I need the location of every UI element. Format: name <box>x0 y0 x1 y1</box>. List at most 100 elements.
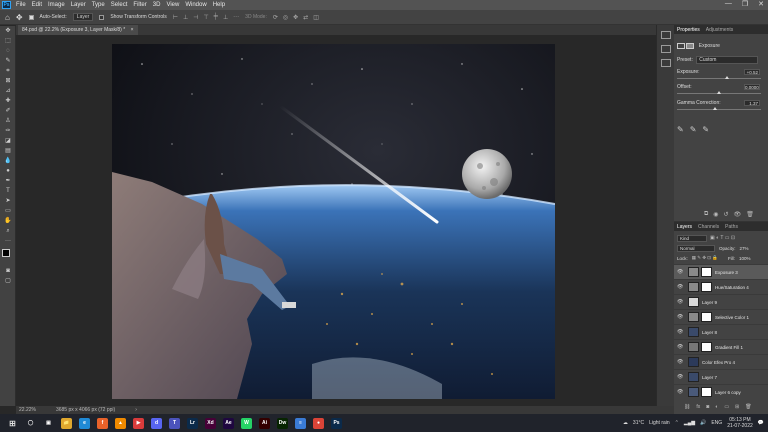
view-previous-icon[interactable]: ◉ <box>713 211 718 218</box>
cast-icon[interactable]: ▶ <box>133 417 144 429</box>
layer-name[interactable]: Color Efex Pro 4 <box>702 360 735 365</box>
crop-tool-icon[interactable]: ⌗ <box>2 66 14 76</box>
exposure-value-input[interactable]: +0.52 <box>744 69 760 75</box>
align-middle-icon[interactable]: ╪ <box>214 14 218 21</box>
lasso-tool-icon[interactable]: ◌ <box>2 46 14 56</box>
tab-channels[interactable]: Channels <box>698 224 719 230</box>
gamma-slider[interactable] <box>677 107 761 110</box>
clip-to-layer-icon[interactable]: ⧉ <box>704 211 708 218</box>
link-layers-icon[interactable]: ⛓ <box>684 404 690 410</box>
3d-pan-icon[interactable]: ✥ <box>293 14 298 21</box>
reset-icon[interactable]: ↺ <box>724 211 729 218</box>
layer-visibility-icon[interactable]: 👁 <box>677 299 685 305</box>
clock[interactable]: 05:13 PM 21-07-2022 <box>727 417 753 429</box>
adobe-xd-icon[interactable]: Xd <box>205 417 216 429</box>
menu-edit[interactable]: Edit <box>29 2 45 8</box>
marquee-tool-icon[interactable]: ⬚ <box>2 36 14 46</box>
add-mask-icon[interactable]: ◙ <box>706 404 709 410</box>
layer-name[interactable]: Layer 8 <box>702 330 717 335</box>
whatsapp-icon[interactable]: W <box>241 417 252 429</box>
volume-icon[interactable]: 🔊 <box>700 420 706 426</box>
screen-mode-icon[interactable]: ▢ <box>2 276 14 286</box>
menu-select[interactable]: Select <box>108 2 131 8</box>
history-panel-icon[interactable] <box>661 31 671 39</box>
zoom-level[interactable]: 22.22% <box>19 407 36 413</box>
layer-visibility-icon[interactable]: 👁 <box>677 269 685 275</box>
cortana-icon[interactable]: ◯ <box>25 417 36 429</box>
gamma-slider-knob[interactable] <box>712 107 717 110</box>
document-canvas[interactable] <box>112 44 555 399</box>
tab-properties[interactable]: Properties <box>677 27 700 33</box>
quick-select-tool-icon[interactable]: ✎ <box>2 56 14 66</box>
layer-thumbnail[interactable] <box>688 312 699 322</box>
fill-input[interactable]: 100% <box>739 256 751 261</box>
brush-tool-icon[interactable]: ✐ <box>2 106 14 116</box>
new-layer-icon[interactable]: ⊞ <box>735 404 739 410</box>
layer-row[interactable]: 👁 Exposure 3 <box>674 264 768 279</box>
blend-mode-dropdown[interactable]: Normal <box>677 244 715 252</box>
offset-value-input[interactable]: 0.0000 <box>744 84 760 90</box>
photoshop-icon[interactable]: Ps <box>331 417 342 429</box>
path-select-tool-icon[interactable]: ➤ <box>2 196 14 206</box>
adjustments-panel-icon[interactable] <box>661 59 671 67</box>
document-tab[interactable]: 84.psd @ 22.2% (Exposure 3, Layer Mask/8… <box>18 25 138 35</box>
status-arrow-icon[interactable]: › <box>135 407 137 413</box>
3d-scale-icon[interactable]: ◫ <box>313 14 319 21</box>
layer-mask-thumbnail[interactable] <box>701 312 712 322</box>
layer-name[interactable]: Exposure 3 <box>715 270 738 275</box>
color-swatches[interactable] <box>2 249 14 263</box>
gradient-tool-icon[interactable]: ▤ <box>2 146 14 156</box>
illustrator-icon[interactable]: Ai <box>259 417 270 429</box>
align-left-icon[interactable]: ⊢ <box>173 14 178 21</box>
more-options-icon[interactable]: ··· <box>233 14 239 21</box>
move-tool-icon[interactable]: ✥ <box>2 26 14 36</box>
3d-slide-icon[interactable]: ⇄ <box>303 14 308 21</box>
black-point-eyedropper-icon[interactable]: ✎ <box>677 125 684 134</box>
move-tool-icon[interactable]: ✥ <box>16 13 23 22</box>
layer-name[interactable]: Selective Color 1 <box>715 315 749 320</box>
file-explorer-icon[interactable]: 📁 <box>61 417 72 429</box>
layer-thumbnail[interactable] <box>688 387 699 397</box>
layer-name[interactable]: Gradient Fill 1 <box>715 345 743 350</box>
clone-stamp-tool-icon[interactable]: ♙ <box>2 116 14 126</box>
exposure-slider-knob[interactable] <box>725 76 730 79</box>
frame-tool-icon[interactable]: ⊠ <box>2 76 14 86</box>
preset-dropdown[interactable]: Custom <box>696 56 759 64</box>
offset-slider[interactable] <box>677 91 761 94</box>
menu-window[interactable]: Window <box>182 2 209 8</box>
layer-style-icon[interactable]: fx <box>696 404 700 410</box>
layer-visibility-icon[interactable]: 👁 <box>677 389 685 395</box>
layer-thumbnail[interactable] <box>688 282 699 292</box>
hand-tool-icon[interactable]: ✋ <box>2 216 14 226</box>
align-bottom-icon[interactable]: ⊥ <box>223 14 228 21</box>
align-center-icon[interactable]: ⊥ <box>183 14 188 21</box>
offset-slider-knob[interactable] <box>717 91 721 94</box>
align-top-icon[interactable]: ⊤ <box>203 14 208 21</box>
language-indicator[interactable]: ENG <box>711 420 722 426</box>
tab-layers[interactable]: Layers <box>677 224 692 230</box>
healing-brush-tool-icon[interactable]: ✚ <box>2 96 14 106</box>
gamma-value-input[interactable]: 1.37 <box>744 100 760 106</box>
tab-adjustments[interactable]: Adjustments <box>706 27 734 33</box>
filter-icons[interactable]: ▣ ◐ T ▭ ⊡ <box>710 235 735 241</box>
layer-mask-thumbnail[interactable] <box>701 342 712 352</box>
layer-name[interactable]: Hue/Saturation 4 <box>715 285 749 290</box>
layer-row[interactable]: 👁 Layer 8 <box>674 324 768 339</box>
delete-adjustment-icon[interactable]: 🗑 <box>746 211 754 218</box>
layer-name[interactable]: Layer 9 <box>702 300 717 305</box>
tray-overflow-icon[interactable]: ⌃ <box>675 420 679 426</box>
mask-icon[interactable] <box>686 43 695 49</box>
layer-row[interactable]: 👁 Layer 9 <box>674 294 768 309</box>
zoom-tool-icon[interactable]: ⌕ <box>2 226 14 236</box>
exposure-adjustment-icon[interactable] <box>677 43 685 49</box>
weather-text[interactable]: Light rain <box>649 420 670 426</box>
gray-point-eyedropper-icon[interactable]: ✎ <box>690 125 697 134</box>
home-icon[interactable]: ⌂ <box>5 13 10 22</box>
dreamweaver-icon[interactable]: Dw <box>277 417 288 429</box>
close-tab-icon[interactable]: × <box>131 27 134 33</box>
blur-tool-icon[interactable]: 💧 <box>2 156 14 166</box>
windows-start-icon[interactable]: ⊞ <box>7 418 18 429</box>
discord-icon[interactable]: d <box>151 417 162 429</box>
layer-row[interactable]: 👁 Color Efex Pro 4 <box>674 354 768 369</box>
weather-icon[interactable]: ☁ <box>623 420 628 426</box>
